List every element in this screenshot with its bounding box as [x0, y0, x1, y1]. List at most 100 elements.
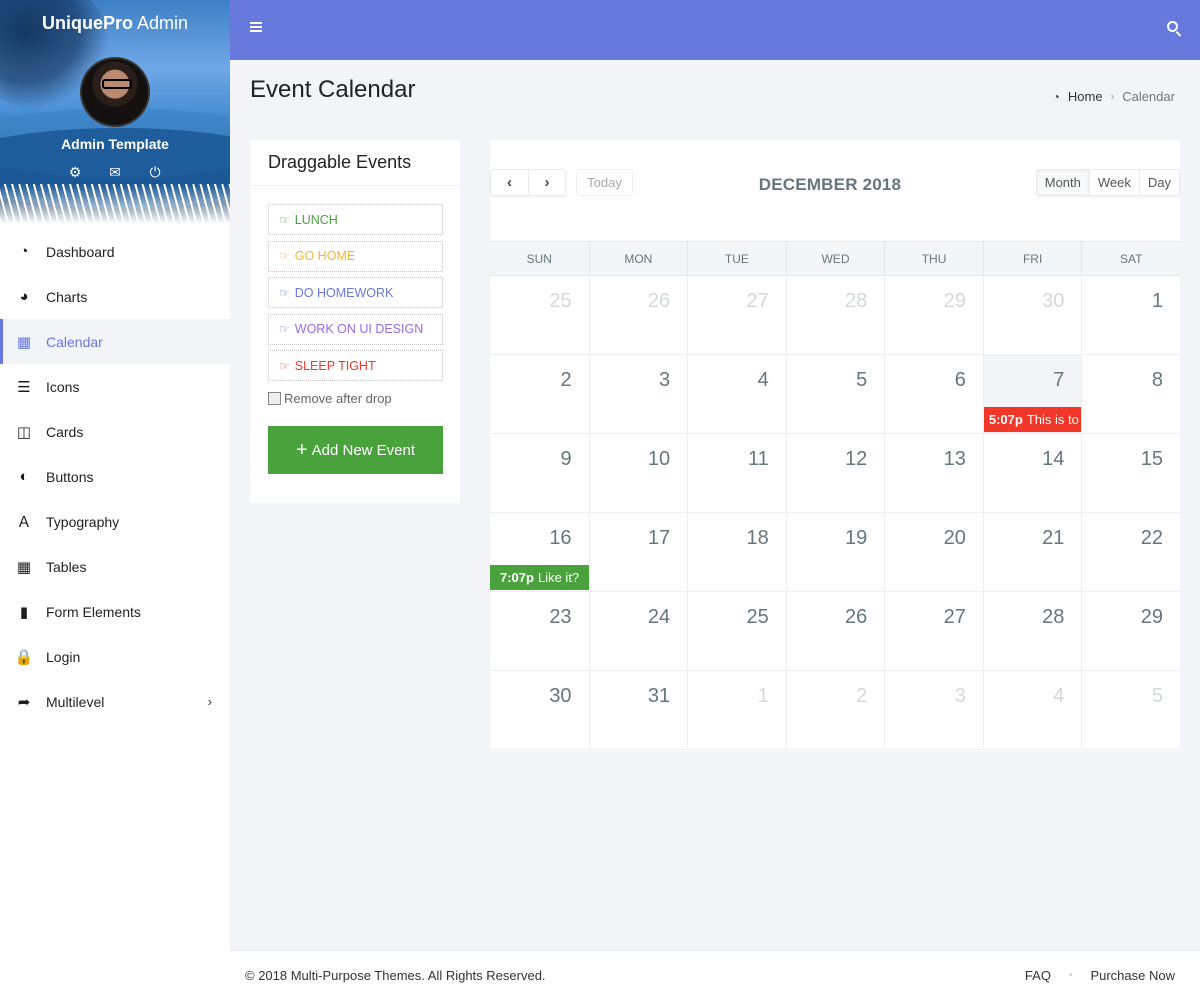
- sidebar-item-form-elements[interactable]: ▮ Form Elements: [0, 589, 230, 634]
- calendar-day[interactable]: 3: [588, 355, 688, 434]
- day-number: 17: [647, 527, 671, 549]
- breadcrumb-home[interactable]: Home: [1068, 89, 1103, 104]
- sidebar-item-buttons[interactable]: ◐ Buttons: [0, 454, 230, 499]
- search-icon[interactable]: [1166, 20, 1184, 38]
- calendar-day[interactable]: 15: [1081, 434, 1180, 513]
- calendar-day[interactable]: 5: [785, 355, 885, 434]
- calendar-day[interactable]: 23: [490, 592, 589, 671]
- dashboard-icon: ◔: [19, 243, 29, 260]
- weekday-label: WED: [785, 242, 885, 275]
- draggable-event[interactable]: ☞ LUNCH: [268, 204, 443, 235]
- sidebar-menu: ◔ Dashboard ◕ Charts ▦ Calendar ☰ Icons ◫ Car…: [0, 229, 230, 724]
- adjust-icon: ◐: [19, 468, 29, 485]
- calendar-day[interactable]: 21: [982, 513, 1082, 592]
- remove-after-drop-checkbox[interactable]: [268, 392, 281, 405]
- calendar-event[interactable]: 7:07p Like it?: [490, 565, 589, 590]
- view-day-button[interactable]: Day: [1138, 170, 1179, 195]
- breadcrumb-separator-icon: ›: [1110, 90, 1115, 103]
- calendar-day[interactable]: 25: [687, 592, 786, 671]
- weekday-label: SAT: [1081, 242, 1180, 275]
- calendar-day[interactable]: 16 7:07p Like it?: [490, 513, 589, 592]
- calendar-day[interactable]: 24: [588, 592, 688, 671]
- calendar-day[interactable]: 4: [982, 671, 1082, 750]
- calendar-day[interactable]: 1: [687, 671, 786, 750]
- draggable-event[interactable]: ☞ DO HOMEWORK: [268, 277, 443, 308]
- brand-logo[interactable]: UniquePro Admin: [0, 13, 230, 34]
- calendar-day[interactable]: 2: [785, 671, 885, 750]
- day-number: 14: [1042, 448, 1065, 470]
- calendar-day[interactable]: 26: [588, 276, 688, 355]
- footer-links: FAQ • Purchase Now: [1025, 968, 1175, 983]
- day-number: 26: [647, 290, 671, 312]
- calendar-day[interactable]: 28: [785, 276, 885, 355]
- calendar-day[interactable]: 19: [785, 513, 885, 592]
- day-number: 21: [1042, 527, 1065, 549]
- calendar-day[interactable]: 17: [588, 513, 688, 592]
- event-time: 7:07p: [500, 570, 534, 585]
- envelope-icon[interactable]: ✉: [107, 164, 123, 181]
- calendar-day[interactable]: 3: [884, 671, 983, 750]
- columns-icon: ◫: [16, 423, 32, 441]
- calendar-day[interactable]: 22: [1081, 513, 1180, 592]
- page-title: Event Calendar: [250, 76, 416, 103]
- calendar-day[interactable]: 10: [588, 434, 688, 513]
- add-new-event-button[interactable]: + Add New Event: [268, 426, 443, 474]
- sidebar-item-tables[interactable]: ▦ Tables: [0, 544, 230, 589]
- calendar-day[interactable]: 29: [1081, 592, 1180, 671]
- power-icon[interactable]: ⏻: [147, 164, 163, 181]
- day-number: 4: [757, 369, 769, 391]
- draggable-event[interactable]: ☞ WORK ON UI DESIGN: [268, 313, 443, 345]
- profile-name: Admin Template: [61, 136, 169, 152]
- calendar-day-today[interactable]: 7 5:07p This is to: [982, 355, 1082, 434]
- calendar-day[interactable]: 5: [1081, 671, 1180, 750]
- calendar-day[interactable]: 2: [490, 355, 589, 434]
- view-week-button[interactable]: Week: [1088, 170, 1139, 195]
- calendar-day[interactable]: 29: [884, 276, 983, 355]
- calendar-day[interactable]: 28: [982, 592, 1082, 671]
- remove-after-drop[interactable]: Remove after drop: [268, 391, 442, 406]
- calendar-day[interactable]: 27: [884, 592, 983, 671]
- calendar-day[interactable]: 31: [588, 671, 688, 750]
- topbar: [230, 0, 1200, 60]
- calendar-day[interactable]: 18: [687, 513, 786, 592]
- gear-icon[interactable]: ⚙: [67, 164, 83, 181]
- calendar-day[interactable]: 6: [884, 355, 983, 434]
- sidebar-item-cards[interactable]: ◫ Cards: [0, 409, 230, 454]
- calendar-day[interactable]: 14: [982, 434, 1082, 513]
- hand-pointer-icon: ☞: [279, 212, 290, 227]
- draggable-event[interactable]: ☞ GO HOME: [268, 240, 443, 272]
- calendar-day[interactable]: 9: [490, 434, 589, 513]
- calendar-day[interactable]: 30: [490, 671, 589, 750]
- hamburger-icon[interactable]: [250, 22, 262, 34]
- breadcrumb-current: Calendar: [1122, 89, 1175, 104]
- day-number: 3: [659, 369, 671, 391]
- calendar-day[interactable]: 1: [1081, 276, 1180, 355]
- sidebar-item-login[interactable]: 🔒 Login: [0, 634, 230, 679]
- sidebar-item-typography[interactable]: Ａ Typography: [0, 499, 230, 544]
- calendar-event[interactable]: 5:07p This is to: [983, 407, 1082, 432]
- calendar-day[interactable]: 20: [884, 513, 983, 592]
- weekday-label: MON: [588, 242, 688, 275]
- draggable-event[interactable]: ☞ SLEEP TIGHT: [268, 350, 443, 381]
- sidebar-item-label: Icons: [46, 378, 80, 395]
- sidebar-item-multilevel[interactable]: ➦ Multilevel ›: [0, 679, 230, 724]
- calendar-day[interactable]: 30: [982, 276, 1082, 355]
- event-calendar: ‹ › Today DECEMBER 2018 Month Week Day S…: [490, 140, 1180, 751]
- calendar-grid: 25 26 27 28 29 30 1 2 3 4 5 6 7 5:07p This is to 8 9 10 11…: [490, 276, 1180, 750]
- calendar-day[interactable]: 8: [1081, 355, 1180, 434]
- sidebar-item-icons[interactable]: ☰ Icons: [0, 364, 230, 409]
- sidebar-item-charts[interactable]: ◕ Charts: [0, 274, 230, 319]
- view-month-button[interactable]: Month: [1036, 170, 1089, 195]
- sidebar-item-calendar[interactable]: ▦ Calendar: [0, 319, 230, 364]
- calendar-day[interactable]: 12: [785, 434, 885, 513]
- footer-link-faq[interactable]: FAQ: [1025, 968, 1051, 983]
- calendar-day[interactable]: 11: [687, 434, 786, 513]
- file-icon: ▮: [19, 603, 29, 621]
- calendar-day[interactable]: 27: [687, 276, 786, 355]
- calendar-day[interactable]: 25: [490, 276, 589, 355]
- footer-link-purchase-now[interactable]: Purchase Now: [1090, 968, 1175, 983]
- calendar-day[interactable]: 13: [884, 434, 983, 513]
- calendar-day[interactable]: 26: [785, 592, 885, 671]
- calendar-day[interactable]: 4: [687, 355, 786, 434]
- sidebar-item-dashboard[interactable]: ◔ Dashboard: [0, 229, 230, 274]
